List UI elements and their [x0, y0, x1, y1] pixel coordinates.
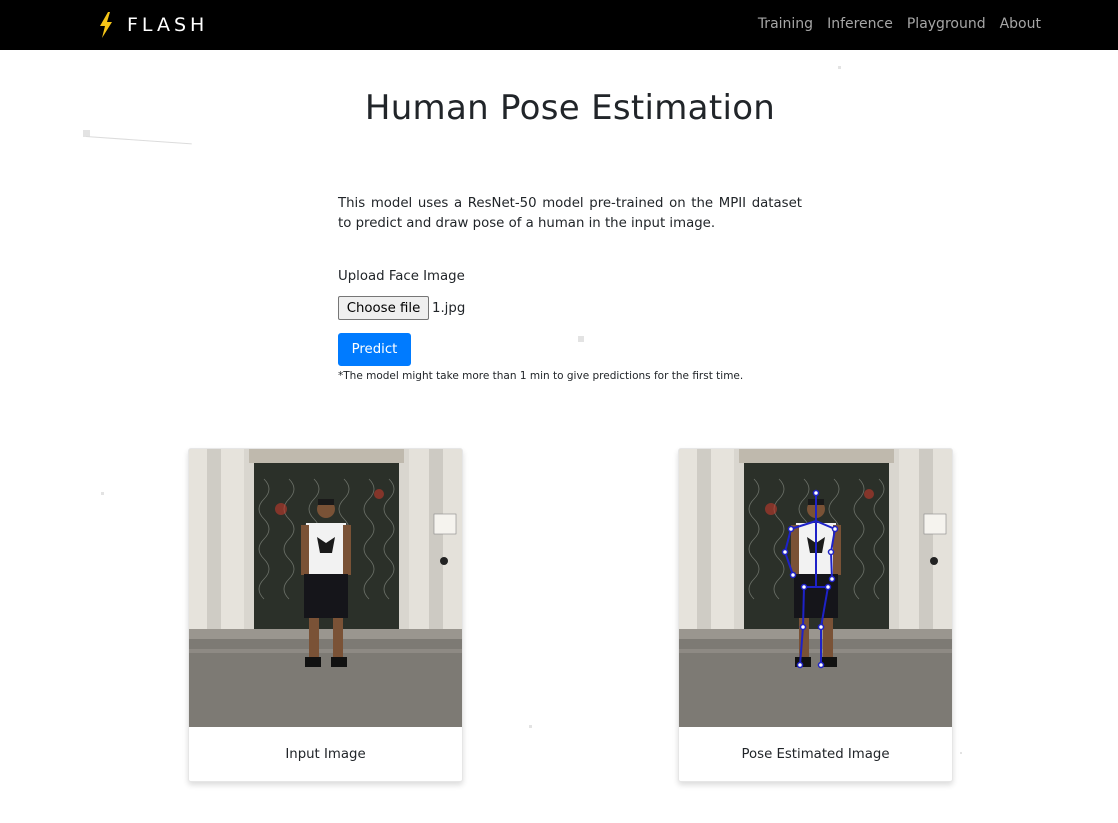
pose-estimated-image-caption: Pose Estimated Image: [741, 747, 890, 762]
choose-file-button[interactable]: Choose file: [338, 296, 429, 320]
background-particle: [960, 752, 962, 754]
nav-links: Training Inference Playground About: [744, 16, 1041, 32]
input-image-card: Input Image: [188, 448, 463, 782]
input-image-caption: Input Image: [285, 747, 366, 762]
background-particle-trail: [85, 136, 192, 145]
nav-link-inference[interactable]: Inference: [827, 16, 893, 32]
file-input[interactable]: Choose file 1.jpg: [338, 296, 465, 320]
model-description: This model uses a ResNet-50 model pre-tr…: [338, 196, 802, 231]
input-image: [189, 449, 462, 727]
pose-estimated-image-card: Pose Estimated Image: [678, 448, 953, 782]
background-particle: [838, 66, 841, 69]
navbar: FLASH Training Inference Playground Abou…: [0, 0, 1118, 50]
background-particle: [529, 725, 532, 728]
predict-button[interactable]: Predict: [338, 333, 411, 366]
nav-link-training[interactable]: Training: [758, 16, 813, 32]
page-title: Human Pose Estimation: [364, 88, 776, 128]
lightning-bolt-icon: [100, 12, 112, 38]
pose-estimated-image: [679, 449, 952, 727]
first-run-note: *The model might take more than 1 min to…: [338, 370, 744, 382]
nav-link-playground[interactable]: Playground: [907, 16, 986, 32]
brand[interactable]: FLASH: [97, 10, 208, 40]
background-particle: [101, 492, 104, 495]
background-particle: [578, 336, 584, 342]
selected-file-name: 1.jpg: [432, 300, 466, 316]
upload-label: Upload Face Image: [338, 269, 465, 284]
nav-link-about[interactable]: About: [1000, 16, 1041, 32]
brand-name: FLASH: [127, 14, 209, 36]
